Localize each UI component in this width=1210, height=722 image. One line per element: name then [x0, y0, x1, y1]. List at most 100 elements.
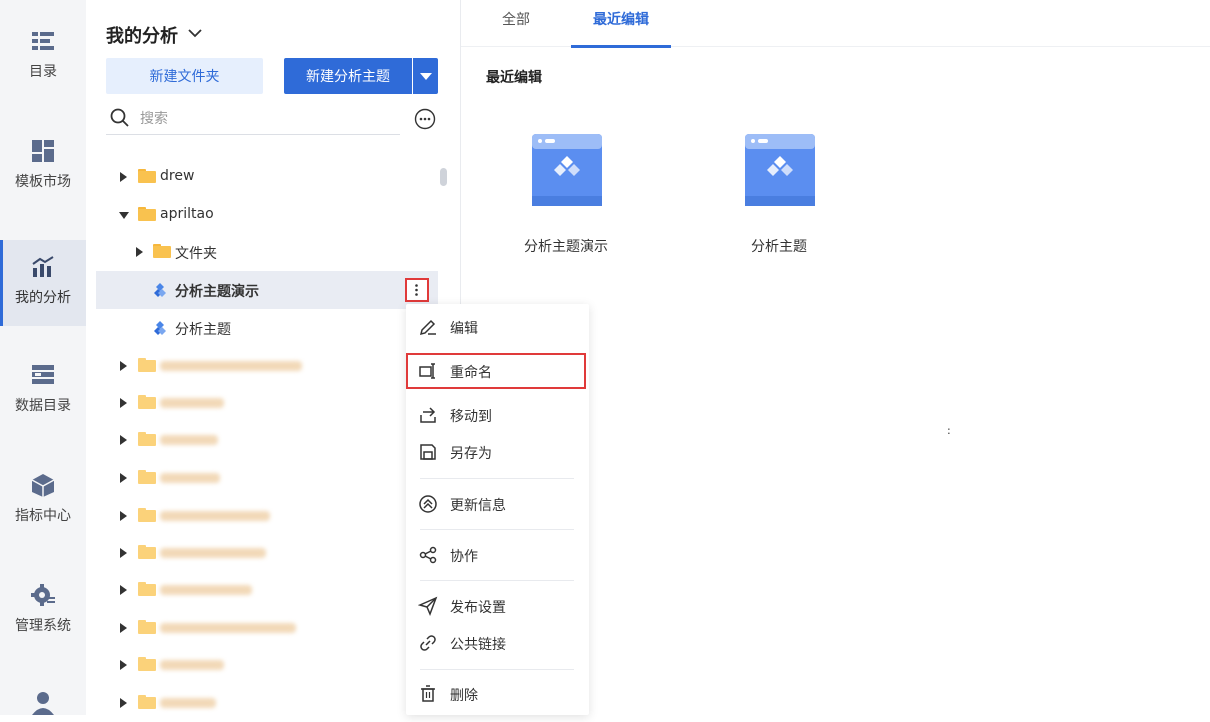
folder-icon: [138, 695, 156, 709]
nav-template-market-label: 模板市场: [15, 174, 71, 190]
new-theme-dropdown-button[interactable]: [413, 58, 438, 94]
nav-data-catalog[interactable]: 数据目录: [0, 334, 86, 420]
folder-icon: [138, 395, 156, 409]
menu-divider: [420, 669, 574, 670]
menu-divider: [420, 478, 574, 479]
collapse-arrow-icon[interactable]: [119, 212, 129, 219]
chevron-down-icon[interactable]: [186, 24, 204, 42]
menu-item-label: 编辑: [450, 321, 478, 337]
card-name: 分析主题: [751, 239, 807, 255]
folder-icon: [153, 244, 171, 258]
publish-icon: [418, 596, 438, 616]
tree-item-theme[interactable]: 分析主题: [96, 309, 438, 347]
tree-item-blurred[interactable]: [96, 497, 438, 535]
folder-icon: [138, 620, 156, 634]
nav-catalog-label: 目录: [29, 64, 57, 80]
expand-arrow-icon[interactable]: [120, 585, 127, 595]
template-market-icon: [32, 140, 54, 162]
expand-arrow-icon[interactable]: [120, 698, 127, 708]
analysis-panel: 我的分析 新建文件夹 新建分析主题 drew apriltao 文件夹 分析主题…: [86, 0, 461, 715]
menu-divider: [420, 529, 574, 530]
menu-item-publish-settings[interactable]: 发布设置: [406, 588, 589, 624]
analysis-theme-thumbnail-icon: [745, 134, 815, 206]
menu-item-public-link[interactable]: 公共链接: [406, 625, 589, 661]
folder-icon: [138, 508, 156, 522]
search-input[interactable]: [138, 108, 392, 130]
expand-arrow-icon[interactable]: [120, 623, 127, 633]
menu-item-rename[interactable]: 重命名: [406, 353, 586, 389]
new-analysis-theme-button[interactable]: 新建分析主题: [284, 58, 412, 94]
card-name: 分析主题演示: [524, 239, 608, 255]
menu-item-label: 移动到: [450, 409, 492, 425]
tree-item-label: apriltao: [160, 206, 214, 222]
vertical-dots-icon: [415, 284, 418, 296]
nav-metrics-center[interactable]: 指标中心: [0, 444, 86, 530]
nav-my-analysis[interactable]: 我的分析: [0, 240, 86, 326]
blurred-label: [160, 511, 270, 521]
expand-arrow-icon[interactable]: [120, 398, 127, 408]
section-title: 最近编辑: [486, 70, 542, 86]
expand-arrow-icon[interactable]: [120, 548, 127, 558]
expand-arrow-icon[interactable]: [120, 511, 127, 521]
tree-item-blurred[interactable]: [96, 347, 438, 385]
tree-item-blurred[interactable]: [96, 609, 438, 647]
tree-item-blurred[interactable]: [96, 646, 438, 684]
tree-item-theme-demo[interactable]: 分析主题演示: [96, 271, 438, 309]
scrollbar-thumb[interactable]: [440, 168, 447, 186]
management-gear-icon: [31, 584, 55, 606]
expand-arrow-icon[interactable]: [120, 473, 127, 483]
more-options-icon[interactable]: [414, 108, 436, 130]
folder-icon: [138, 207, 156, 221]
folder-icon: [138, 470, 156, 484]
tab-all[interactable]: 全部: [491, 0, 541, 46]
theme-card[interactable]: 分析主题演示: [491, 130, 641, 260]
panel-title[interactable]: 我的分析: [106, 22, 178, 48]
save-as-icon: [420, 444, 436, 460]
menu-divider: [420, 580, 574, 581]
tree-item-label: 分析主题演示: [175, 284, 259, 300]
nav-management-label: 管理系统: [15, 618, 71, 634]
expand-arrow-icon[interactable]: [120, 660, 127, 670]
tree-item-blurred[interactable]: [96, 421, 438, 459]
blurred-label: [160, 623, 296, 633]
row-more-button[interactable]: [405, 278, 429, 302]
blurred-label: [160, 473, 220, 483]
menu-item-update-info[interactable]: 更新信息: [406, 486, 589, 522]
menu-item-save-as[interactable]: 另存为: [406, 434, 589, 470]
tree-item-label: 文件夹: [175, 246, 217, 262]
folder-icon: [138, 169, 156, 183]
expand-arrow-icon[interactable]: [120, 361, 127, 371]
tree-item-blurred[interactable]: [96, 684, 438, 722]
tree-item-apriltao[interactable]: apriltao: [96, 196, 438, 234]
expand-arrow-icon[interactable]: [120, 172, 127, 182]
expand-arrow-icon[interactable]: [136, 247, 143, 257]
folder-icon: [138, 657, 156, 671]
nav-management[interactable]: 管理系统: [0, 554, 86, 640]
rename-icon: [419, 363, 435, 379]
nav-template-market[interactable]: 模板市场: [0, 110, 86, 196]
user-icon[interactable]: [30, 690, 56, 715]
folder-icon: [138, 545, 156, 559]
expand-arrow-icon[interactable]: [120, 435, 127, 445]
menu-item-delete[interactable]: 删除: [406, 676, 589, 712]
analysis-theme-icon: [154, 283, 166, 297]
search-icon: [110, 108, 129, 127]
menu-item-label: 发布设置: [450, 600, 506, 616]
theme-card[interactable]: 分析主题: [704, 130, 854, 260]
tree-item-blurred[interactable]: [96, 384, 438, 422]
tree-item-drew[interactable]: drew: [96, 158, 438, 196]
menu-item-collaborate[interactable]: 协作: [406, 537, 589, 573]
tree-item-label: 分析主题: [175, 322, 231, 338]
tree-item-blurred[interactable]: [96, 571, 438, 609]
menu-item-edit[interactable]: 编辑: [406, 309, 589, 345]
context-menu: 编辑 重命名 移动到 另存为 更新信息 协作 发布设置 公共链接 删除: [406, 304, 589, 715]
tree-item-folder[interactable]: 文件夹: [96, 233, 438, 271]
tree-item-blurred[interactable]: [96, 459, 438, 497]
stray-mark: :: [947, 424, 951, 437]
new-folder-button[interactable]: 新建文件夹: [106, 58, 263, 94]
menu-item-move-to[interactable]: 移动到: [406, 397, 589, 433]
tab-recent-edits[interactable]: 最近编辑: [571, 0, 671, 48]
data-catalog-icon: [32, 365, 54, 384]
nav-catalog[interactable]: 目录: [0, 0, 86, 86]
tree-item-blurred[interactable]: [96, 534, 438, 572]
